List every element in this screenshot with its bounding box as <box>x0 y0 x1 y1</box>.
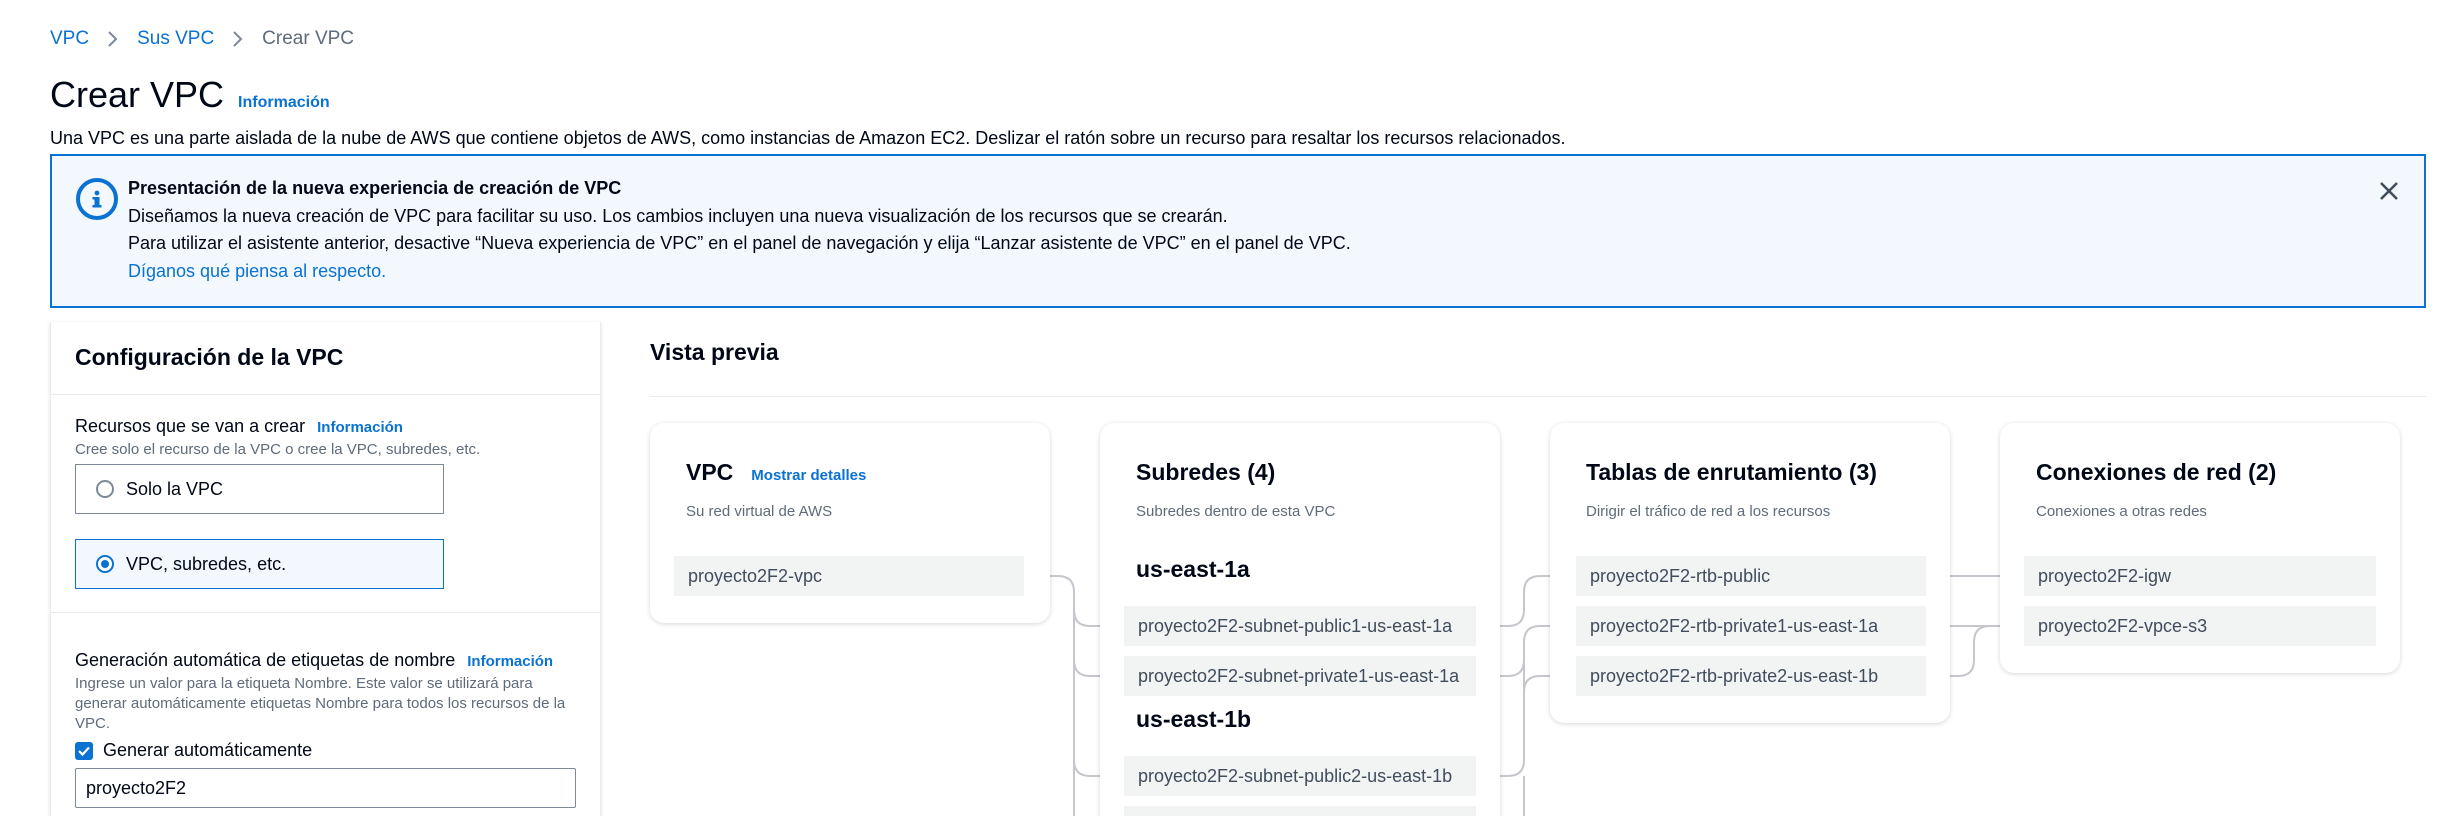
subnet-public1[interactable]: proyecto2F2-subnet-public1-us-east-1a <box>1124 606 1476 646</box>
breadcrumb-current: Crear VPC <box>262 28 355 49</box>
resources-info-link[interactable]: Información <box>317 419 403 436</box>
radio-vpc-only-label: Solo la VPC <box>126 478 224 499</box>
radio-circle-icon <box>96 480 114 498</box>
checkmark-icon <box>75 741 93 760</box>
chevron-right-icon <box>232 30 244 48</box>
page-info-link[interactable]: Información <box>238 94 330 112</box>
auto-generate-label: Generar automáticamente <box>103 740 313 760</box>
vpc-resource[interactable]: proyecto2F2-vpc <box>674 556 1024 596</box>
resources-field-label: Recursos que se van a crear Información <box>75 416 403 437</box>
auto-generate-checkbox[interactable]: Generar automáticamente <box>75 740 312 761</box>
chevron-right-icon <box>107 30 119 48</box>
subnets-card-title: Subredes (4) <box>1136 459 1276 485</box>
route-tables-card-subtitle: Dirigir el tráfico de red a los recursos <box>1586 503 1831 520</box>
section-divider <box>51 612 600 613</box>
connections-card-title: Conexiones de red (2) <box>2036 459 2277 485</box>
route-table-private1[interactable]: proyecto2F2-rtb-private1-us-east-1a <box>1576 606 1926 646</box>
name-tag-label: Generación automática de etiquetas de no… <box>75 650 456 670</box>
radio-selected-icon <box>96 555 114 573</box>
resources-label: Recursos que se van a crear <box>75 416 306 436</box>
breadcrumb: VPC Sus VPC Crear VPC <box>50 28 354 50</box>
name-tag-description: Ingrese un valor para la etiqueta Nombre… <box>75 675 566 732</box>
page-header: Crear VPC Información <box>50 74 330 116</box>
route-table-private2[interactable]: proyecto2F2-rtb-private2-us-east-1b <box>1576 656 1926 696</box>
close-icon[interactable] <box>2376 178 2402 204</box>
route-tables-card: Tablas de enrutamiento (3) Dirigir el tr… <box>1550 423 1950 723</box>
internet-gateway[interactable]: proyecto2F2-igw <box>2024 556 2376 596</box>
page-title: Crear VPC <box>50 74 225 115</box>
breadcrumb-sus-vpc-link[interactable]: Sus VPC <box>137 28 214 50</box>
route-table-public[interactable]: proyecto2F2-rtb-public <box>1576 556 1926 596</box>
banner-text-1: Diseñamos la nueva creación de VPC para … <box>128 206 1228 226</box>
feedback-link[interactable]: Díganos qué piensa al respecto. <box>128 261 386 282</box>
info-icon <box>76 178 118 220</box>
subnet-public2[interactable]: proyecto2F2-subnet-public2-us-east-1b <box>1124 756 1476 796</box>
banner-title: Presentación de la nueva experiencia de … <box>128 178 622 198</box>
vpc-card-title: VPC <box>686 459 734 485</box>
subnets-card: Subredes (4) Subredes dentro de esta VPC… <box>1100 423 1500 816</box>
route-tables-card-title: Tablas de enrutamiento (3) <box>1586 459 1877 485</box>
name-tag-field-label: Generación automática de etiquetas de no… <box>75 650 553 671</box>
az-label-1b: us-east-1b <box>1136 706 1252 732</box>
config-title: Configuración de la VPC <box>75 344 344 370</box>
az-label-1a: us-east-1a <box>1136 556 1250 582</box>
vpc-card-header: VPC Mostrar detalles <box>686 459 866 486</box>
radio-vpc-and-more-label: VPC, subredes, etc. <box>126 553 287 574</box>
vpc-card-subtitle: Su red virtual de AWS <box>686 503 833 520</box>
connections-card: Conexiones de red (2) Conexiones a otras… <box>2000 423 2400 673</box>
connections-card-subtitle: Conexiones a otras redes <box>2036 503 2207 520</box>
subnet-private1[interactable]: proyecto2F2-subnet-private1-us-east-1a <box>1124 656 1476 696</box>
vpc-config-panel: Configuración de la VPC Recursos que se … <box>50 322 601 816</box>
show-details-link[interactable]: Mostrar detalles <box>751 467 866 484</box>
name-tag-info-link[interactable]: Información <box>467 653 553 670</box>
radio-vpc-only[interactable]: Solo la VPC <box>75 464 444 514</box>
radio-vpc-and-more[interactable]: VPC, subredes, etc. <box>75 539 444 589</box>
subnets-card-subtitle: Subredes dentro de esta VPC <box>1136 503 1336 520</box>
resources-description: Cree solo el recurso de la VPC o cree la… <box>75 441 481 458</box>
preview-divider <box>650 396 2426 397</box>
banner-text-2: Para utilizar el asistente anterior, des… <box>128 233 1351 253</box>
vpc-endpoint-s3[interactable]: proyecto2F2-vpce-s3 <box>2024 606 2376 646</box>
name-tag-input[interactable] <box>75 768 576 808</box>
page-description: Una VPC es una parte aislada de la nube … <box>50 128 1566 148</box>
breadcrumb-vpc-link[interactable]: VPC <box>50 28 89 50</box>
config-header: Configuración de la VPC <box>51 322 600 395</box>
subnet-partial[interactable] <box>1124 806 1476 816</box>
vpc-card: VPC Mostrar detalles Su red virtual de A… <box>650 423 1050 623</box>
info-banner: Presentación de la nueva experiencia de … <box>50 154 2426 308</box>
preview-title: Vista previa <box>650 339 779 365</box>
